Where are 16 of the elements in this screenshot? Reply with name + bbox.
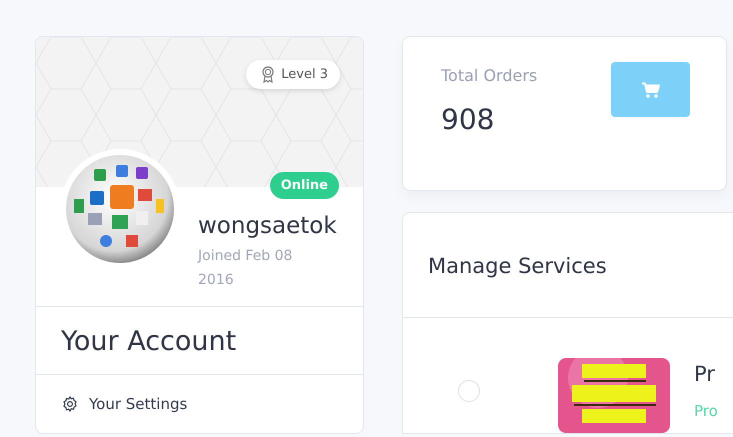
section-title: Your Account: [61, 326, 236, 357]
cart-icon: [642, 82, 660, 98]
status-badge: Online: [270, 172, 339, 199]
radio-button[interactable]: [458, 380, 480, 402]
join-date: Joined Feb 08 2016: [198, 247, 294, 290]
level-label: Level 3: [281, 67, 328, 82]
settings-link[interactable]: Your Settings: [36, 375, 363, 433]
stat-label: Total Orders: [441, 66, 538, 85]
stat-value: 908: [441, 103, 496, 136]
settings-icon: [61, 395, 79, 413]
cart-button[interactable]: [611, 62, 690, 117]
award-icon: [261, 66, 276, 83]
service-name: Pr: [694, 361, 716, 388]
section-title: Manage Services: [428, 254, 607, 278]
service-status: Pro: [694, 402, 718, 420]
username: wongsaetok: [198, 212, 338, 241]
